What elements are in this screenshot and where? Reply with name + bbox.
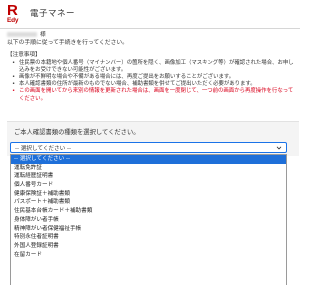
option-health-insurance-card[interactable]: 健康保険証＋補助書類 [11,190,286,199]
notes-section: 【注意事項】 住民票の本籍地や個人番号（マイナンバー）の箇所を隠く、画像加工（マ… [7,51,297,103]
notes-list: 住民票の本籍地や個人番号（マイナンバー）の箇所を隠く、画像加工（マスキング等）が… [7,60,297,103]
redacted-user-name [7,32,37,37]
document-type-options-list[interactable]: -- 選択してください -- 運転免許証 運転経歴証明書 個人番号カード 健康保… [10,154,287,285]
option-drivers-license[interactable]: 運転免許証 [11,164,286,173]
note-item: 住民票の本籍地や個人番号（マイナンバー）の箇所を隠く、画像加工（マスキング等）が… [7,60,297,74]
option-alien-registration-certificate[interactable]: 外国人登録証明書 [11,242,286,251]
option-placeholder[interactable]: -- 選択してください -- [11,155,286,164]
instruction-text: 以下の手順に従って手続きを行ってください。 [7,40,128,46]
chevron-down-icon [276,146,282,150]
note-item-warning: この画面を開いてから来別の情報を更新された場合は、画面を一度閉じて、一つ前の画面… [7,88,297,102]
rakuten-edy-logo: R Edy [7,3,23,25]
option-residence-card[interactable]: 在留カード [11,251,286,260]
option-basic-resident-register-card[interactable]: 住民基本台帳カード＋補助書類 [11,207,286,216]
option-mental-disability-certificate[interactable]: 精神障がい者保健福祉手帳 [11,225,286,234]
app-title: 電子マネー [30,9,76,19]
app-header: R Edy 電子マネー [0,0,300,29]
option-my-number-card[interactable]: 個人番号カード [11,181,286,190]
logo-r-mark: R [7,2,18,19]
document-type-select[interactable]: -- 選択してください -- [10,142,287,153]
document-type-question: ご本人確認書類の種類を選択してください。 [14,129,140,136]
option-passport[interactable]: パスポート＋補助書類 [11,198,286,207]
option-driving-history-certificate[interactable]: 運転経歴証明書 [11,172,286,181]
logo-edy-wordmark: Edy [7,17,19,24]
notes-heading: 【注意事項】 [7,52,41,58]
honorific-label: 様 [40,32,46,38]
option-physical-disability-certificate[interactable]: 身体障がい者手帳 [11,216,286,225]
option-special-permanent-resident-certificate[interactable]: 特別永住者証明書 [11,233,286,242]
document-type-selected-value: -- 選択してください -- [15,145,72,152]
